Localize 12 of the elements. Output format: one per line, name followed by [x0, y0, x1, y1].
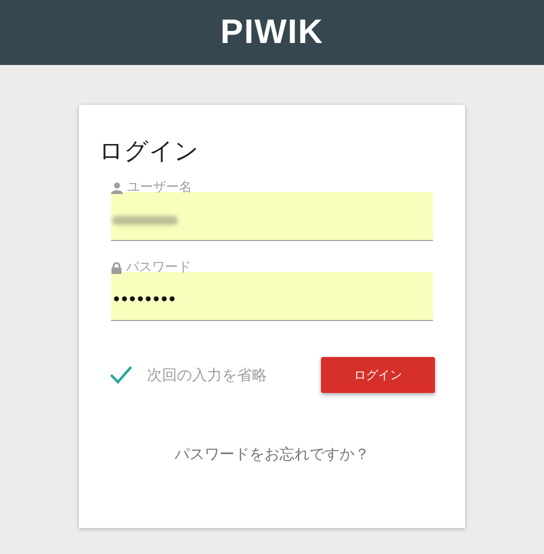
- field-label: ユーザー名: [127, 179, 192, 197]
- remember-label: 次回の入力を省略: [147, 364, 267, 386]
- user-icon: [111, 182, 123, 194]
- password-value: ••••••••: [112, 290, 176, 310]
- lock-icon: [111, 262, 122, 274]
- input-field[interactable]: ••••••••: [111, 272, 433, 321]
- forgot-password-link[interactable]: パスワードをお忘れですか？: [174, 443, 370, 466]
- login-title: ログイン: [99, 136, 200, 167]
- login-button[interactable]: ログイン: [321, 357, 435, 393]
- input-field[interactable]: [111, 192, 433, 241]
- logo[interactable]: PIWIK: [220, 7, 324, 58]
- check-icon: [110, 366, 132, 384]
